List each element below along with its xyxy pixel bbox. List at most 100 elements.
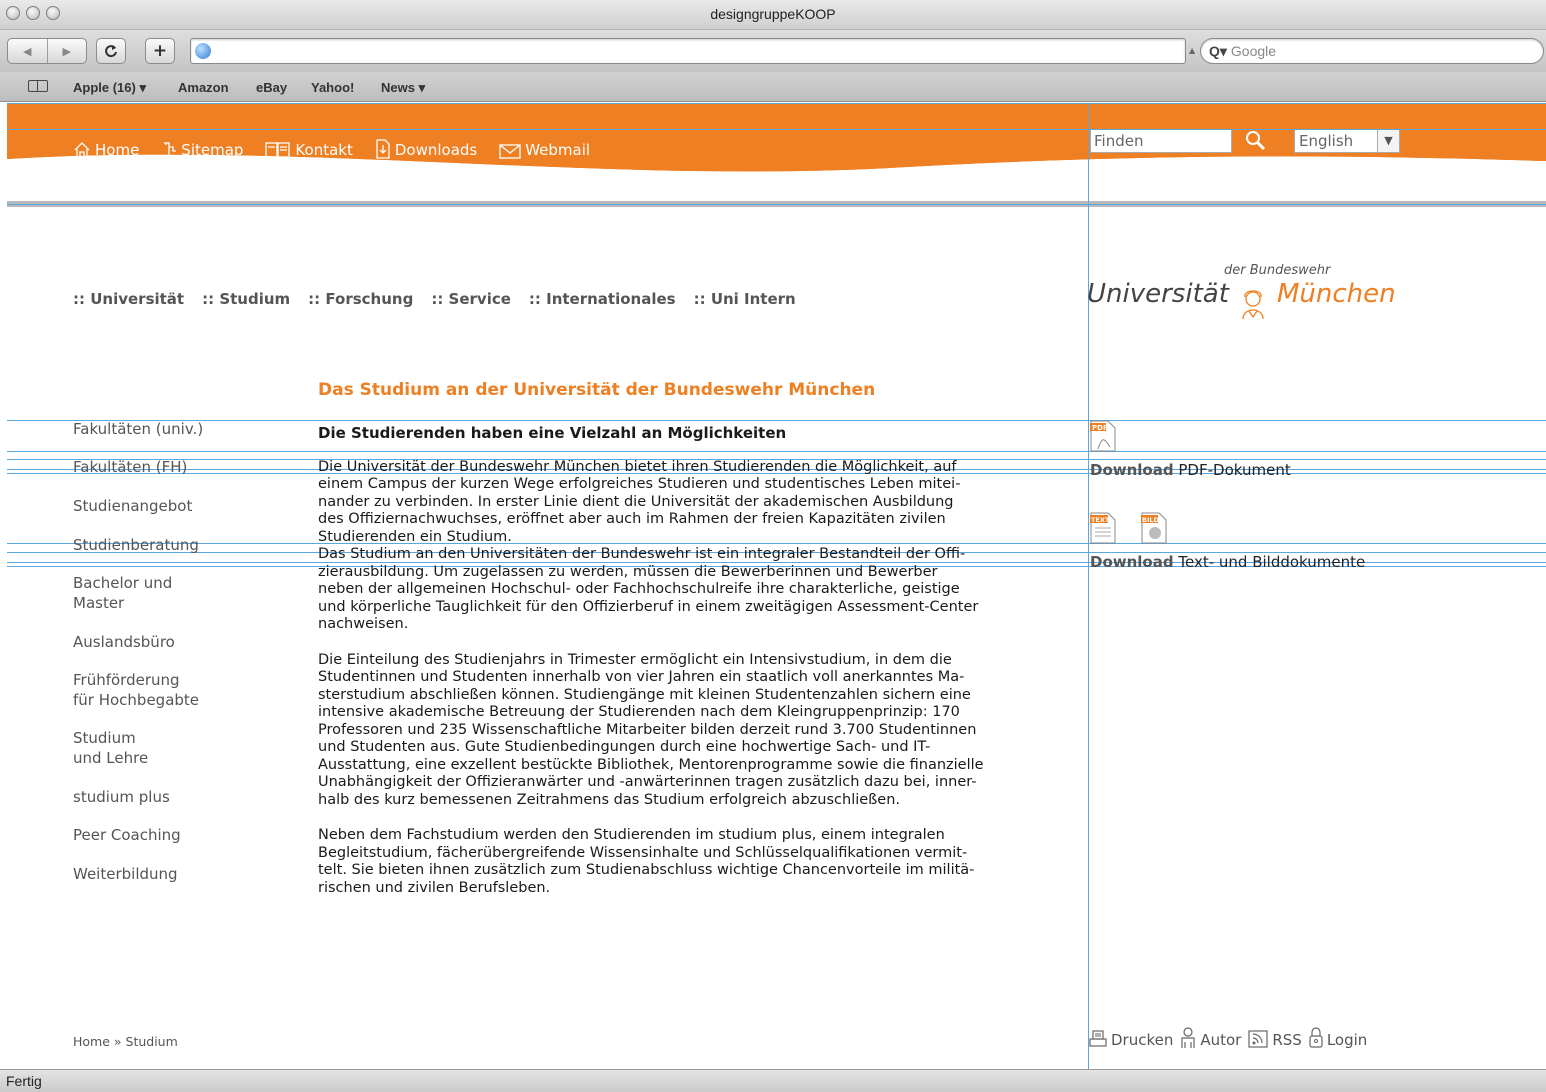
pdf-document-icon[interactable]: PDF (1088, 419, 1118, 453)
bookmark-yahoo[interactable]: Yahoo! (311, 80, 354, 95)
sitemap-icon (164, 142, 177, 157)
svg-text:PDF: PDF (1092, 424, 1108, 432)
sidebar-item-weiterbildung[interactable]: Weiterbildung (73, 864, 178, 884)
window-titlebar: designgruppeKOOP (0, 0, 1546, 30)
envelope-icon (499, 144, 521, 159)
language-selected: English (1299, 132, 1354, 150)
mainnav-internationales[interactable]: :: Internationales (529, 290, 676, 308)
back-button[interactable]: ◀ (8, 39, 47, 63)
content-paragraph-3: Neben dem Fachstudium werden den Studier… (318, 827, 1038, 897)
mainnav-universitaet[interactable]: :: Universität (73, 290, 184, 308)
logo-left-text: Universität (1087, 279, 1229, 309)
browser-search-field[interactable]: Q▾ Google (1200, 38, 1544, 64)
sidebar-item-studienangebot[interactable]: Studienangebot (73, 496, 192, 516)
nav-kontakt[interactable]: Kontakt (265, 139, 353, 159)
svg-text:TEXT: TEXT (1091, 516, 1110, 524)
padlock-icon (1309, 1027, 1323, 1048)
text-line: sterstudium abschließen können. Studieng… (318, 686, 971, 703)
download-docs-link[interactable]: Download Text- und Bilddokumente (1090, 553, 1365, 571)
sidebar-item-auslandsbuero[interactable]: Auslandsbüro (73, 632, 175, 652)
mainnav-forschung[interactable]: :: Forschung (308, 290, 413, 308)
footer-drucken-label: Drucken (1111, 1031, 1174, 1049)
sidebar-item-fakultaeten-univ[interactable]: Fakultäten (univ.) (73, 419, 203, 439)
download-docs-bold: Download (1090, 553, 1174, 571)
mainnav-uni-intern[interactable]: :: Uni Intern (694, 290, 796, 308)
footer-autor[interactable]: Autor (1179, 1027, 1241, 1049)
sidebar-item-studium-lehre[interactable]: Studium (73, 728, 136, 748)
nav-home-label: Home (95, 141, 140, 159)
bookmark-ebay[interactable]: eBay (256, 80, 287, 95)
address-bar[interactable] (190, 38, 1186, 64)
dropdown-arrow-icon[interactable]: ▼ (1377, 130, 1399, 152)
text-line: neben der allgemeinen Hochschul- oder Fa… (318, 581, 960, 597)
mainnav-service[interactable]: :: Service (431, 290, 511, 308)
forward-button[interactable]: ▶ (46, 39, 87, 63)
bookmark-news[interactable]: News ▾ (381, 80, 425, 96)
browser-toolbar: ◀ ▶ + ▲ Q▾ Google (0, 30, 1546, 72)
status-bar: Fertig (0, 1069, 1546, 1092)
nav-kontakt-label: Kontakt (295, 141, 353, 159)
language-select[interactable]: English ▼ (1294, 129, 1400, 153)
breadcrumb[interactable]: Home » Studium (73, 1034, 178, 1049)
search-placeholder: Google (1230, 43, 1277, 59)
logo-subtitle: der Bundeswehr (1224, 263, 1331, 278)
rss-feed-icon (1248, 1030, 1268, 1048)
image-document-icon[interactable]: BILD (1139, 511, 1169, 545)
text-line: nander zu verbinden. In erster Linie die… (318, 493, 954, 510)
sidebar-item-bachelor-master-line2[interactable]: Master (73, 593, 124, 613)
text-line: rischen und zivilen Berufsleben. (318, 879, 551, 896)
nav-webmail[interactable]: Webmail (499, 139, 590, 159)
mainnav-studium[interactable]: :: Studium (202, 290, 290, 308)
guide-line (7, 204, 1546, 205)
reload-button[interactable] (96, 38, 126, 64)
footer-rss[interactable]: RSS (1247, 1029, 1302, 1049)
sidebar-item-peer-coaching[interactable]: Peer Coaching (73, 825, 181, 845)
monk-emblem-icon (1242, 290, 1264, 320)
text-line: Professoren und 235 Wissenschaftliche Mi… (318, 721, 977, 738)
download-pdf-text: PDF-Dokument (1173, 461, 1291, 479)
text-line: des Offiziernachwuchses, eröffnet aber a… (318, 511, 946, 527)
sidebar-item-fruehfoerderung-line2[interactable]: für Hochbegabte (73, 690, 199, 710)
sidebar-item-fruehfoerderung[interactable]: Frühförderung (73, 670, 180, 690)
nav-webmail-label: Webmail (525, 141, 591, 159)
download-pdf-bold: Download (1090, 461, 1174, 479)
text-line: Das Studium an den Universitäten der Bun… (318, 546, 966, 562)
footer-links: Drucken Autor RSS Login (1088, 1027, 1367, 1049)
footer-drucken[interactable]: Drucken (1088, 1029, 1173, 1049)
sidebar-item-bachelor-master[interactable]: Bachelor und (73, 573, 172, 593)
text-line: Begleitstudium, fächerübergreifende Wiss… (318, 844, 968, 861)
magnifier-icon: Q▾ (1209, 43, 1227, 59)
main-content: Die Studierenden haben eine Vielzahl an … (318, 424, 1038, 897)
new-tab-button[interactable]: + (145, 38, 175, 64)
text-line: Unabhängigkeit der Offizieranwärter und … (318, 774, 977, 790)
university-logo[interactable]: der Bundeswehr Universität München (1087, 263, 1407, 333)
address-dropdown-icon[interactable]: ▲ (1189, 46, 1195, 55)
download-doc-icon (376, 139, 390, 159)
text-line: Die Einteilung des Studienjahrs in Trime… (318, 651, 952, 668)
site-search-input[interactable]: Finden (1090, 129, 1232, 153)
bookmark-apple[interactable]: Apple (16) ▾ (73, 80, 146, 96)
guide-line (1088, 103, 1089, 1069)
web-page: Home Sitemap Kontakt Downloads Webmail F… (7, 103, 1546, 1069)
bookmark-amazon[interactable]: Amazon (178, 80, 229, 95)
text-line: Die Universität der Bundeswehr München b… (318, 458, 957, 475)
sidebar-item-studienberatung[interactable]: Studienberatung (73, 535, 199, 555)
text-line: zierausbildung. Um zugelassen zu werden,… (318, 563, 938, 580)
search-magnifier-icon[interactable] (1243, 129, 1267, 153)
header-wave (7, 151, 1546, 207)
sidebar-item-studium-lehre-line2[interactable]: und Lehre (73, 748, 148, 768)
bookmarks-book-icon[interactable] (28, 80, 48, 92)
window-title: designgruppeKOOP (710, 6, 836, 22)
sidebar-item-fakultaeten-fh[interactable]: Fakultäten (FH) (73, 457, 187, 477)
reload-icon (105, 45, 117, 58)
sidebar-item-studium-plus[interactable]: studium plus (73, 787, 170, 807)
download-pdf-link[interactable]: Download PDF-Dokument (1090, 461, 1291, 479)
nav-home[interactable]: Home (73, 139, 139, 159)
footer-rss-label: RSS (1272, 1031, 1302, 1049)
nav-downloads[interactable]: Downloads (375, 139, 477, 159)
text-document-icon[interactable]: TEXT (1088, 511, 1118, 545)
nav-sitemap[interactable]: Sitemap (161, 139, 243, 159)
nav-downloads-label: Downloads (394, 141, 478, 159)
footer-login[interactable]: Login (1308, 1027, 1367, 1049)
text-line: Studentinnen und Studenten innerhalb von… (318, 669, 965, 685)
